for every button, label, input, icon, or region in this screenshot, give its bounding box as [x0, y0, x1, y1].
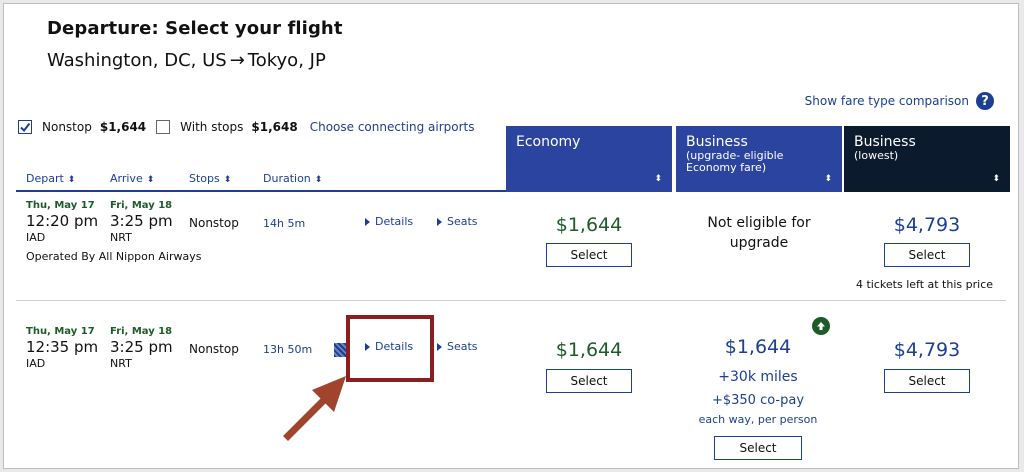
- stop-filters: Nonstop $1,644 With stops $1,648 Choose …: [18, 120, 475, 134]
- pointer-arrow-icon: [283, 376, 346, 441]
- with-stops-checkbox[interactable]: [156, 120, 171, 134]
- select-economy-button[interactable]: Select: [546, 369, 632, 393]
- destination-city: Tokyo, JP: [247, 50, 326, 71]
- header-divider: [16, 190, 507, 192]
- with-stops-label: With stops: [180, 120, 244, 134]
- connecting-airports-link[interactable]: Choose connecting airports: [310, 120, 475, 134]
- sort-stops-label[interactable]: Stops: [189, 172, 220, 185]
- upgrade-miles: +30k miles: [718, 369, 798, 385]
- depart-date: Thu, May 17: [26, 326, 95, 337]
- caret-right-icon: [365, 218, 370, 226]
- fare-type-comparison-label[interactable]: Show fare type comparison: [805, 94, 969, 108]
- details-highlight-box: [346, 315, 434, 382]
- seats-label[interactable]: Seats: [447, 215, 478, 228]
- caret-right-icon: [437, 343, 442, 351]
- depart-airport: IAD: [26, 231, 46, 244]
- sort-icon[interactable]: ⬍: [992, 174, 1000, 184]
- cabin-name: Business: [854, 134, 916, 150]
- select-economy-button[interactable]: Select: [546, 243, 632, 267]
- economy-price: $1,644: [555, 214, 623, 236]
- sort-depart-label[interactable]: Depart: [26, 172, 64, 185]
- with-stops-price: $1,648: [251, 120, 298, 134]
- economy-price: $1,644: [555, 339, 623, 361]
- select-business-button[interactable]: Select: [884, 243, 970, 267]
- upgrade-status: Not eligible for upgrade: [679, 213, 839, 253]
- details-label[interactable]: Details: [375, 215, 413, 228]
- sort-icon[interactable]: ⬍: [654, 174, 662, 184]
- nonstop-label: Nonstop: [42, 120, 92, 134]
- upgrade-each-way-note: each way, per person: [698, 413, 818, 426]
- sort-icon: ⬍: [67, 175, 76, 185]
- arrive-airport: NRT: [110, 357, 132, 370]
- select-upgrade-button[interactable]: Select: [714, 436, 802, 460]
- nonstop-price: $1,644: [99, 120, 147, 134]
- business-price: $4,793: [893, 339, 961, 361]
- depart-date: Thu, May 17: [26, 200, 95, 211]
- fare-type-comparison-link[interactable]: Show fare type comparison ?: [805, 92, 994, 110]
- cabin-subtitle: (upgrade- eligible Economy fare): [686, 149, 784, 174]
- depart-time: 12:35 pm: [26, 338, 99, 356]
- sort-icon[interactable]: ⬍: [824, 174, 832, 184]
- arrive-date: Fri, May 18: [110, 200, 173, 211]
- arrow-up-icon: [817, 322, 825, 330]
- arrive-airport: NRT: [110, 231, 132, 244]
- sort-duration[interactable]: Duration ⬍: [263, 172, 322, 185]
- sort-stops[interactable]: Stops ⬍: [189, 172, 231, 185]
- nonstop-checkbox[interactable]: [18, 120, 32, 134]
- upgrade-price: $1,644: [724, 336, 792, 358]
- stops-value: Nonstop: [189, 342, 239, 356]
- flight-results-panel: Departure: Select your flight Washington…: [3, 3, 1019, 469]
- sort-depart[interactable]: Depart ⬍: [26, 172, 75, 185]
- cabin-name: Economy: [516, 134, 581, 150]
- caret-right-icon: [437, 218, 442, 226]
- upgrade-arrow-icon: [812, 317, 830, 335]
- checkmark-icon: [20, 122, 31, 133]
- upgrade-status-line: Not eligible for: [707, 215, 811, 231]
- sort-icon: ⬍: [314, 175, 323, 185]
- seats-link[interactable]: Seats: [437, 340, 478, 353]
- sort-icon: ⬍: [223, 175, 232, 185]
- cabin-economy-header[interactable]: Economy ⬍: [506, 126, 672, 192]
- stops-value: Nonstop: [189, 216, 239, 230]
- upgrade-status-line: upgrade: [729, 235, 789, 251]
- cabin-name: Business: [686, 134, 748, 150]
- depart-airport: IAD: [26, 357, 46, 370]
- origin-city: Washington, DC, US: [47, 50, 227, 71]
- depart-time: 12:20 pm: [26, 212, 99, 230]
- row-divider: [16, 300, 1006, 301]
- business-price: $4,793: [893, 214, 961, 236]
- route-arrow: →: [229, 50, 245, 71]
- operated-by: Operated By All Nippon Airways: [26, 250, 202, 263]
- help-icon[interactable]: ?: [976, 92, 994, 110]
- tickets-left-notice: 4 tickets left at this price: [856, 278, 994, 291]
- arrive-time: 3:25 pm: [110, 212, 173, 230]
- seats-label[interactable]: Seats: [447, 340, 478, 353]
- page-title: Departure: Select your flight: [47, 18, 343, 39]
- duration-value: 13h 50m: [263, 343, 313, 356]
- details-link[interactable]: Details: [365, 215, 413, 228]
- duration-value: 14h 5m: [263, 217, 306, 230]
- sort-duration-label[interactable]: Duration: [263, 172, 311, 185]
- upgrade-copay: +$350 co-pay: [711, 393, 805, 408]
- sort-icon: ⬍: [146, 175, 155, 185]
- sort-arrive[interactable]: Arrive ⬍: [110, 172, 154, 185]
- select-business-button[interactable]: Select: [884, 369, 970, 393]
- seats-link[interactable]: Seats: [437, 215, 478, 228]
- arrive-date: Fri, May 18: [110, 326, 173, 337]
- arrive-time: 3:25 pm: [110, 338, 173, 356]
- cabin-business-upgrade-header[interactable]: Business (upgrade- eligible Economy fare…: [676, 126, 842, 192]
- route-heading: Washington, DC, US → Tokyo, JP: [47, 50, 326, 71]
- cabin-business-lowest-header[interactable]: Business (lowest) ⬍: [844, 126, 1010, 192]
- cabin-subtitle: (lowest): [854, 149, 899, 162]
- sort-arrive-label[interactable]: Arrive: [110, 172, 143, 185]
